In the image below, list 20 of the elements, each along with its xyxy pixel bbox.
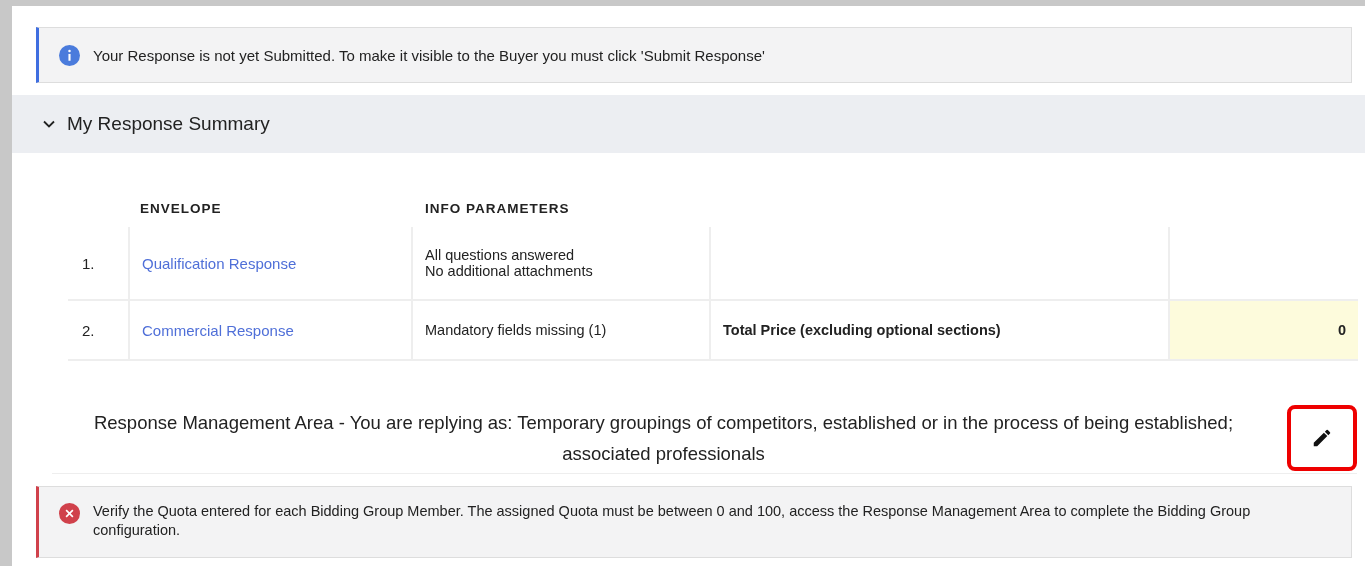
info-text: All questions answered [425,247,575,263]
price-label: Total Price (excluding optional sections) [723,322,1001,338]
section-title: My Response Summary [67,113,270,135]
row-number: 1. [82,254,95,272]
column-header: INFO PARAMETERS [425,201,570,216]
column-header: ENVELOPE [140,201,222,216]
management-text: Response Management Area - You are replying as: Temporary groupings of competitors, established or in the process of being established; associated professionals [92,411,1235,466]
info-text: Mandatory fields missing (1) [425,322,607,338]
envelope-link[interactable]: Commercial Response [142,321,294,339]
error-icon [59,503,80,524]
alert-message: Your Response is not yet Submitted. To make it visible to the Buyer you must click 'Submit Response' [93,46,765,64]
row-number: 2. [82,321,95,339]
info-text: No additional attachments [425,263,593,279]
price-value: 0 [1337,322,1346,338]
envelope-link[interactable]: Qualification Response [142,254,297,272]
alert-message: Verify the Quota entered for each Bidding Group Member. The assigned Quota must be between 0 and 100, access the Response Management Area to complete the Bidding Group configuration. [93,502,1252,540]
edit-button[interactable] [1287,405,1357,471]
info-icon [59,44,80,66]
section-header[interactable]: My Response Summary [12,95,1365,153]
pencil-icon [1311,427,1333,449]
